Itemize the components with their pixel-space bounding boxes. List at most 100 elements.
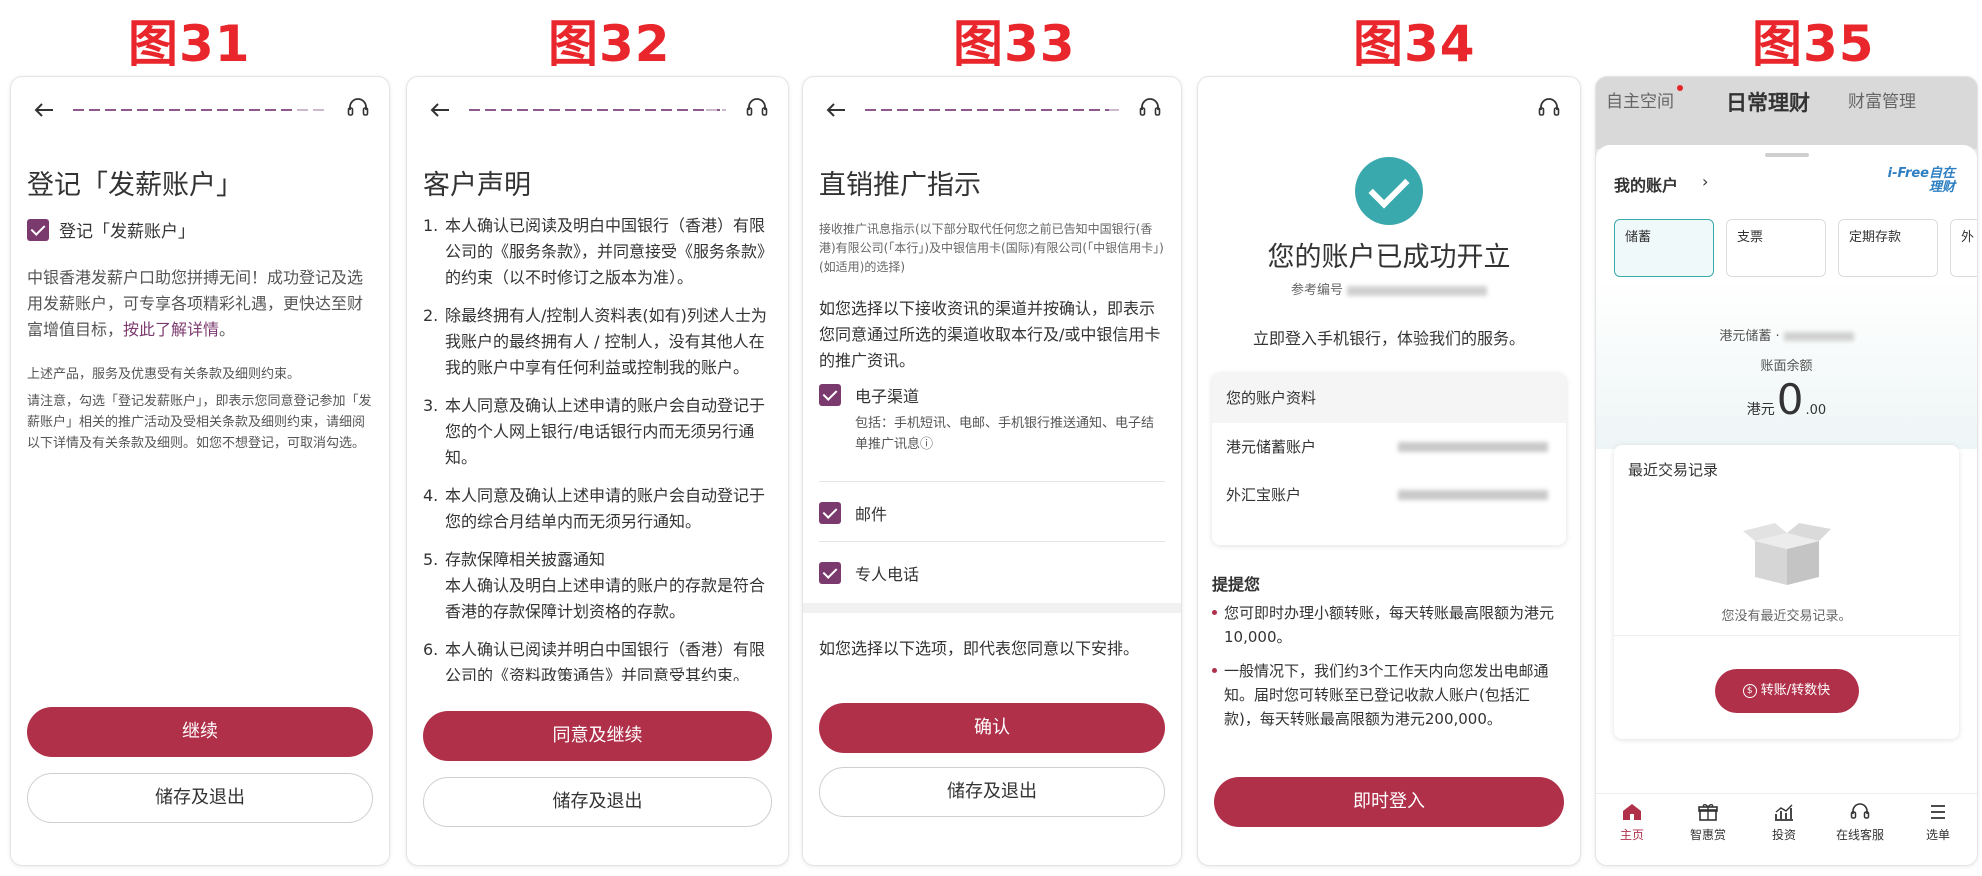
page-title: 直销推广指示 [819,170,981,201]
option-label: 邮件 [855,505,888,524]
details-link[interactable]: 按此了解详情 [123,320,219,339]
bottom-note: 如您选择以下选项，即代表您同意以下安排。 [819,639,1140,658]
recent-transactions-title: 最近交易记录 [1628,461,1719,479]
account-row-fx: 外汇宝账户 [1212,471,1566,519]
reminder-item: 一般情况下，我们约3个工作天内向您发出电邮通知。届时您可转账至已登记收款人账户(… [1212,659,1562,731]
option-phone[interactable]: 专人电话 [819,561,1165,585]
nav-home[interactable]: 主页 [1602,802,1662,843]
chart-icon [1775,804,1793,821]
list-item: 1. 本人确认已阅读及明白中国银行（香港）有限公司的《服务条款》，并同意接受《服务… [423,216,766,287]
nav-rewards[interactable]: 智惠赏 [1678,802,1738,843]
option-label: 专人电话 [855,565,920,584]
info-icon[interactable]: ⓘ [920,437,933,452]
login-hint: 立即登入手机银行，体验我们的服务。 [1252,329,1525,348]
nav-online-service[interactable]: 在线客服 [1830,802,1890,843]
option-electronic[interactable]: 电子渠道 包括：手机短讯、电邮、手机银行推送通知、电子结单推广讯息ⓘ [819,383,1165,455]
top-bar [11,95,389,125]
option-sub-text: 包括：手机短讯、电邮、手机银行推送通知、电子结单推广讯息ⓘ [855,416,1155,452]
divider [1614,635,1959,636]
headset-icon[interactable] [744,95,770,121]
login-now-button[interactable]: 即时登入 [1214,777,1564,827]
balance-label: 账面余额 [1760,359,1813,374]
top-bar [407,95,788,125]
headset-icon[interactable] [1137,95,1163,121]
account-tab-foreign[interactable]: 外 [1950,219,1977,277]
option-mail[interactable]: 邮件 [819,501,1165,525]
my-account-title[interactable]: 我的账户 [1614,172,1678,196]
opt-in-note: 请注意，勾选「登记发薪账户」，即表示您同意登记参加「发薪账户」相关的推广活动及受… [27,394,372,451]
tab-self-space[interactable]: 自主空间 [1606,85,1683,112]
card-header: 您的账户资料 [1212,373,1566,423]
dollar-circle-icon: $ [1742,683,1757,698]
nav-menu[interactable]: 选单 [1908,802,1968,843]
account-tab-cheque[interactable]: 支票 [1726,219,1826,277]
tab-wealth-management[interactable]: 财富管理 [1848,87,1916,112]
save-exit-button[interactable]: 储存及退出 [819,767,1165,817]
account-info-card: 您的账户资料 港元储蓄账户 外汇宝账户 [1212,373,1566,545]
hkd-savings-label: 港元储蓄 · [1596,325,1977,344]
gift-icon [1698,804,1718,821]
back-arrow-icon[interactable] [29,95,59,125]
screen-register-payroll: 登记「发薪账户」 登记「发薪账户」 中银香港发薪户口助您拼搏无间！成功登记及选用… [10,76,390,866]
progress-bar [469,109,726,111]
list-item: 5. 存款保障相关披露通知 本人确认及明白上述申请的账户的存款是符合香港的存款保障… [423,550,766,621]
reminder-title: 提提您 [1212,575,1261,594]
reference-number: 参考编号 [1198,279,1580,298]
save-exit-button[interactable]: 储存及退出 [423,777,772,827]
headset-icon[interactable] [345,95,371,121]
confirm-button[interactable]: 确认 [819,703,1165,753]
list-item: 6. 本人确认已阅读并明白中国银行（香港）有限公司的《资料政策通告》并同意受其约束… [423,640,766,681]
progress-bar [73,109,327,111]
nav-invest[interactable]: 投资 [1754,802,1814,843]
tab-daily-finance[interactable]: 日常理财 [1726,87,1810,117]
checkbox-label: 登记「发薪账户」 [59,222,195,242]
figure-label-35: 图35 [1752,15,1875,73]
divider [819,541,1165,542]
figure-label-31: 图31 [128,15,251,73]
divider [819,481,1165,482]
list-item: 4. 本人同意及确认上述申请的账户会自动登记于您的综合月结单内而无须另行通知。 [423,486,766,531]
checkbox-checked[interactable] [819,502,841,524]
menu-icon [1931,805,1945,819]
no-transactions-text: 您没有最近交易记录。 [1721,609,1852,624]
save-exit-button[interactable]: 储存及退出 [27,773,373,823]
recent-transactions-card: 最近交易记录 您没有最近交易记录。 $ 转账/转数快 [1614,445,1959,739]
agree-continue-button[interactable]: 同意及继续 [423,711,772,761]
page-title: 客户声明 [423,170,531,201]
continue-button[interactable]: 继续 [27,707,373,757]
notification-dot [1677,85,1683,91]
headset-icon[interactable] [1536,95,1562,121]
checkbox-checked[interactable] [27,218,49,241]
redacted-value [1398,442,1548,452]
back-arrow-icon[interactable] [821,95,851,125]
top-bar [803,95,1181,125]
drag-handle[interactable] [1764,153,1809,157]
bottom-nav: 主页 智惠赏 投资 在线客服 选单 [1596,793,1977,865]
screen-account-opened: 您的账户已成功开立 参考编号 立即登入手机银行，体验我们的服务。 您的账户资料 … [1197,76,1581,866]
figure-label-32: 图32 [548,15,671,73]
list-item: 2. 除最终拥有人/控制人资料表(如有)列述人士为我账户的最终拥有人 / 控制人，… [423,306,767,377]
transfer-fps-button[interactable]: $ 转账/转数快 [1714,669,1859,713]
checkbox-checked[interactable] [819,384,841,406]
checkbox-checked[interactable] [819,562,841,584]
ifree-logo: i-Free自在 理财 [1887,166,1955,195]
screen-customer-declaration: 客户声明 1. 本人确认已阅读及明白中国银行（香港）有限公司的《服务条款》，并同意… [406,76,789,866]
account-tab-savings[interactable]: 储蓄 [1614,219,1714,277]
payroll-checkbox-row[interactable]: 登记「发薪账户」 [27,217,195,242]
success-title: 您的账户已成功开立 [1267,242,1511,273]
figure-label-34: 图34 [1353,15,1476,73]
chevron-right-icon[interactable]: › [1702,172,1708,191]
account-row-hkd: 港元储蓄账户 [1212,423,1566,471]
list-item: 3. 本人同意及确认上述申请的账户会自动登记于您的个人网上银行/电话银行内而无须另… [423,396,766,467]
back-arrow-icon[interactable] [425,95,455,125]
progress-bar [865,109,1119,111]
redacted-value [1398,490,1548,500]
account-sheet: 我的账户 › i-Free自在 理财 储蓄 支票 定期存款 外 港元储蓄 · 账面… [1596,145,1977,865]
reminder-item: 您可即时办理小额转账，每天转账最高限额为港元10,000。 [1212,601,1562,649]
redacted-value [1347,285,1487,296]
option-label: 电子渠道 [855,387,920,406]
empty-box-icon [1742,523,1831,585]
screen-mobile-banking-home: 自主空间 日常理财 财富管理 我的账户 › i-Free自在 理财 储蓄 支票 定… [1595,76,1978,866]
top-tab-bar: 自主空间 日常理财 财富管理 [1596,77,1977,149]
account-tab-time-deposit[interactable]: 定期存款 [1838,219,1938,277]
